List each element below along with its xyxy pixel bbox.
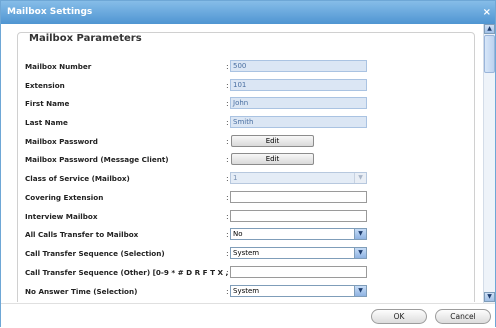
colon: : <box>226 287 229 296</box>
covering-extension-label: Covering Extension <box>25 193 104 202</box>
row-mailbox-password-message-client: Mailbox Password (Message Client) : Edit <box>25 152 465 167</box>
extension-label: Extension <box>25 81 65 90</box>
scroll-down-icon[interactable]: ▼ <box>484 292 495 302</box>
chevron-down-icon: ▼ <box>354 173 366 183</box>
cts-other-input[interactable] <box>230 266 367 278</box>
colon: : <box>226 155 229 164</box>
vertical-scrollbar[interactable]: ▲ ▼ <box>483 24 495 303</box>
all-calls-transfer-label: All Calls Transfer to Mailbox <box>25 230 139 239</box>
interview-mailbox-input[interactable] <box>230 210 367 222</box>
row-covering-extension: Covering Extension : <box>25 190 465 205</box>
row-interview-mailbox: Interview Mailbox : <box>25 209 465 224</box>
row-no-answer-time: No Answer Time (Selection) : System ▼ <box>25 284 465 299</box>
all-calls-transfer-value: No <box>233 230 243 238</box>
colon: : <box>226 249 229 258</box>
colon: : <box>226 118 229 127</box>
no-answer-time-value: System <box>233 287 260 295</box>
row-cts-other: Call Transfer Sequence (Other) [0-9 * # … <box>25 265 465 280</box>
cts-selection-value: System <box>233 249 260 257</box>
colon: : <box>226 174 229 183</box>
colon: : <box>226 230 229 239</box>
mailbox-password-mc-edit-button[interactable]: Edit <box>231 153 314 165</box>
close-icon[interactable]: × <box>483 1 491 24</box>
cts-selection-select[interactable]: System ▼ <box>230 247 367 259</box>
row-all-calls-transfer: All Calls Transfer to Mailbox : No ▼ <box>25 227 465 242</box>
extension-field: 101 <box>230 79 367 91</box>
dialog-titlebar: Mailbox Settings × <box>1 1 495 24</box>
colon: : <box>226 212 229 221</box>
chevron-down-icon[interactable]: ▼ <box>354 286 366 296</box>
class-of-service-value: 1 <box>233 174 238 182</box>
cts-selection-label: Call Transfer Sequence (Selection) <box>25 249 165 258</box>
cancel-button[interactable]: Cancel <box>435 309 491 324</box>
mailbox-password-label: Mailbox Password <box>25 137 98 146</box>
scroll-up-icon[interactable]: ▲ <box>484 24 495 34</box>
colon: : <box>226 81 229 90</box>
dialog-title: Mailbox Settings <box>7 7 93 17</box>
mailbox-number-label: Mailbox Number <box>25 62 92 71</box>
chevron-down-icon[interactable]: ▼ <box>354 248 366 258</box>
row-last-name: Last Name : Smith <box>25 115 465 130</box>
colon: : <box>226 193 229 202</box>
mailbox-settings-dialog: Mailbox Settings × Mailbox Parameters Ma… <box>0 0 496 328</box>
first-name-label: First Name <box>25 99 70 108</box>
class-of-service-select: 1 ▼ <box>230 172 367 184</box>
colon: : <box>226 137 229 146</box>
dialog-footer: OK Cancel <box>1 303 495 328</box>
interview-mailbox-label: Interview Mailbox <box>25 212 98 221</box>
colon: : <box>226 268 229 277</box>
mailbox-number-field: 500 <box>230 60 367 72</box>
no-answer-time-select[interactable]: System ▼ <box>230 285 367 297</box>
last-name-label: Last Name <box>25 118 68 127</box>
row-mailbox-password: Mailbox Password : Edit <box>25 134 465 149</box>
ok-button[interactable]: OK <box>371 309 427 324</box>
dialog-content: Mailbox Parameters Mailbox Number : 500 … <box>1 24 483 302</box>
all-calls-transfer-select[interactable]: No ▼ <box>230 228 367 240</box>
row-cts-selection: Call Transfer Sequence (Selection) : Sys… <box>25 246 465 261</box>
colon: : <box>226 99 229 108</box>
row-first-name: First Name : John <box>25 96 465 111</box>
class-of-service-label: Class of Service (Mailbox) <box>25 174 130 183</box>
cts-other-label: Call Transfer Sequence (Other) [0-9 * # … <box>25 268 237 277</box>
row-mailbox-number: Mailbox Number : 500 <box>25 59 465 74</box>
last-name-field[interactable]: Smith <box>230 116 367 128</box>
first-name-field[interactable]: John <box>230 97 367 109</box>
row-extension: Extension : 101 <box>25 78 465 93</box>
chevron-down-icon[interactable]: ▼ <box>354 229 366 239</box>
section-title: Mailbox Parameters <box>26 33 145 44</box>
no-answer-time-label: No Answer Time (Selection) <box>25 287 138 296</box>
mailbox-password-mc-label: Mailbox Password (Message Client) <box>25 155 169 164</box>
colon: : <box>226 62 229 71</box>
mailbox-password-edit-button[interactable]: Edit <box>231 135 314 147</box>
covering-extension-input[interactable] <box>230 191 367 203</box>
row-class-of-service: Class of Service (Mailbox) : 1 ▼ <box>25 171 465 186</box>
scrollbar-thumb[interactable] <box>484 35 495 73</box>
